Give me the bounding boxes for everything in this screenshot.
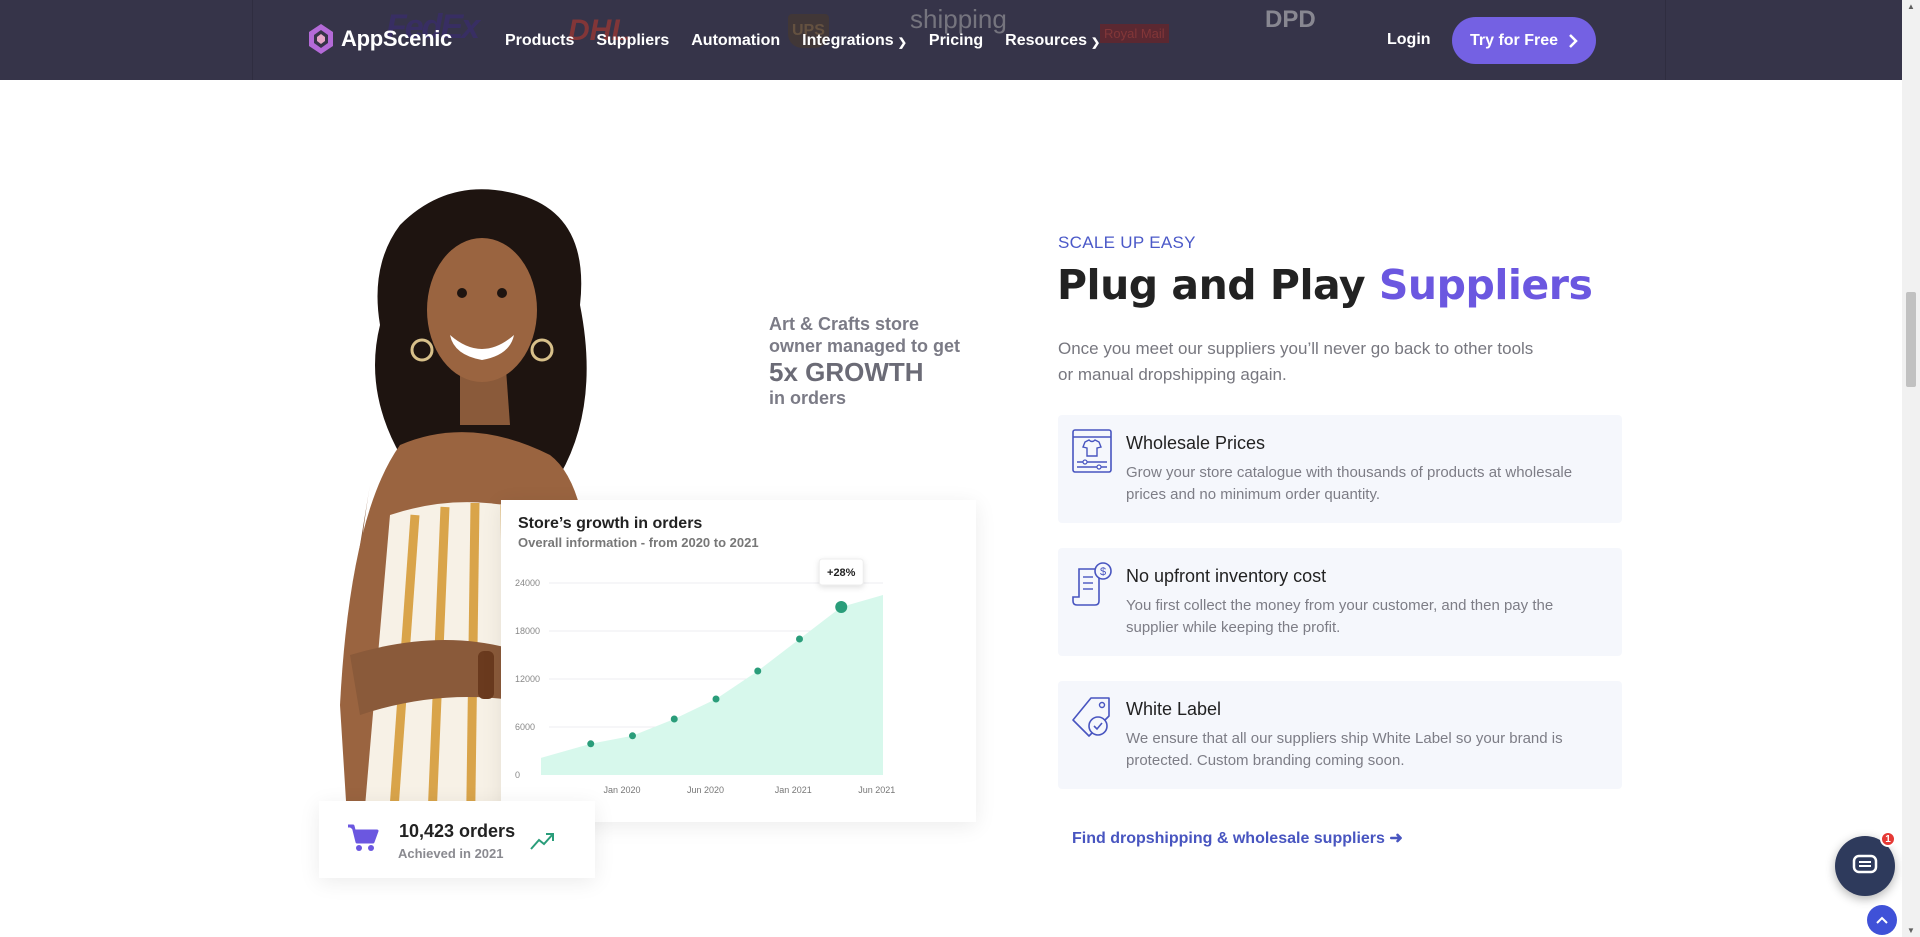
x-tick-label: Jan 2021 xyxy=(775,785,812,795)
scroll-up-arrow-icon[interactable]: ▲ xyxy=(1907,2,1915,11)
orders-label: Achieved in 2021 xyxy=(398,846,504,861)
section-eyebrow: SCALE UP EASY xyxy=(1058,233,1196,252)
chart-point xyxy=(754,667,762,675)
feature-desc: Grow your store catalogue with thousands… xyxy=(1126,464,1573,503)
scroll-down-arrow-icon[interactable]: ▼ xyxy=(1907,926,1915,935)
nav-suppliers-label: Suppliers xyxy=(596,32,670,49)
arrow-right-icon: ➜ xyxy=(1389,830,1403,847)
nav-automation[interactable]: Automation xyxy=(691,32,780,50)
section-headline: Plug and Play Suppliers xyxy=(1057,261,1593,309)
y-tick-label: 24000 xyxy=(515,578,540,588)
chevron-right-icon xyxy=(1569,33,1578,48)
nav-integrations-label: Integrations xyxy=(802,32,894,49)
chart-annotation: +28% xyxy=(827,567,856,579)
stat-growth: 5x GROWTH xyxy=(769,357,924,387)
nav-automation-label: Automation xyxy=(691,32,781,49)
find-suppliers-link[interactable]: Find dropshipping & wholesale suppliers … xyxy=(1072,828,1403,848)
scrollbar-thumb[interactable] xyxy=(1906,292,1916,387)
y-tick-label: 6000 xyxy=(515,722,535,732)
chart-point xyxy=(796,635,803,643)
chevron-up-icon xyxy=(1876,916,1888,924)
section-intro: Once you meet our suppliers you’ll never… xyxy=(1058,339,1534,384)
orders-count: 10,423 orders xyxy=(399,821,516,841)
chart-point xyxy=(629,732,636,740)
brand-logo[interactable]: AppScenic xyxy=(307,22,452,56)
chart-point xyxy=(712,695,720,703)
y-tick-label: 18000 xyxy=(515,626,540,636)
nav-pricing-label: Pricing xyxy=(928,32,984,49)
nav-products-label: Products xyxy=(505,32,575,49)
y-tick-label: 12000 xyxy=(515,674,540,684)
login-link[interactable]: Login xyxy=(1387,31,1431,49)
chevron-down-icon: ❯ xyxy=(1090,36,1101,49)
svg-text:$: $ xyxy=(1100,566,1106,578)
nav-integrations[interactable]: Integrations ❯ xyxy=(802,32,907,50)
try-for-free-button[interactable]: Try for Free xyxy=(1452,17,1596,64)
headline-accent: Suppliers xyxy=(1378,261,1593,309)
nav-resources-label: Resources xyxy=(1005,32,1087,49)
scroll-to-top-button[interactable] xyxy=(1867,905,1897,935)
orders-badge: 10,423 orders Achieved in 2021 xyxy=(319,801,595,878)
y-tick-label: 0 xyxy=(515,770,520,780)
x-tick-label: Jun 2021 xyxy=(858,785,895,795)
chart-point xyxy=(835,601,848,613)
cta-label: Try for Free xyxy=(1469,31,1559,49)
brand-mark-icon xyxy=(309,24,333,54)
partner-logo-dpd: DPD xyxy=(1265,6,1316,33)
stat-line-3: in orders xyxy=(769,388,847,408)
feature-desc: We ensure that all our suppliers ship Wh… xyxy=(1126,730,1563,769)
site-header: FedEx DHL UPS shipping Royal Mail DPD Ap… xyxy=(0,0,1902,80)
brand-name: AppScenic xyxy=(341,26,452,51)
nav-suppliers[interactable]: Suppliers xyxy=(596,32,669,50)
chart-point xyxy=(670,715,678,723)
shopping-cart-icon xyxy=(348,824,379,851)
chevron-down-icon: ❯ xyxy=(897,36,907,49)
growth-chart-card: 24000 18000 12000 6000 0 Jan 2020 Jun 2020 Jan … xyxy=(501,500,976,822)
x-tick-label: Jun 2020 xyxy=(687,785,724,795)
partner-logo-shipping: shipping xyxy=(910,4,1007,34)
find-suppliers-label: Find dropshipping & wholesale suppliers xyxy=(1072,830,1385,847)
trend-up-icon xyxy=(530,833,554,850)
tshirt-catalog-icon xyxy=(1072,429,1112,473)
invoice-dollar-icon: $ xyxy=(1072,562,1112,606)
chat-notification-badge: 1 xyxy=(1880,831,1896,847)
tag-check-icon xyxy=(1072,697,1110,737)
stat-line-1: Art & Crafts store xyxy=(769,314,920,334)
feature-white-label: White Label We ensure that all our suppl… xyxy=(1058,681,1622,789)
nav-pricing[interactable]: Pricing xyxy=(929,32,983,50)
page-scrollbar[interactable]: ▲ ▼ xyxy=(1902,0,1920,937)
headline-plain: Plug and Play xyxy=(1057,261,1379,309)
feature-title: No upfront inventory cost xyxy=(1126,566,1327,586)
chart-title: Store’s growth in orders xyxy=(518,515,703,532)
x-tick-label: Jan 2020 xyxy=(604,785,641,795)
feature-title: Wholesale Prices xyxy=(1126,433,1266,453)
chart-subtitle: Overall information - from 2020 to 2021 xyxy=(518,535,759,550)
nav-products[interactable]: Products xyxy=(505,32,574,50)
growth-stat: Art & Crafts store owner managed to get … xyxy=(769,313,960,409)
stat-line-2: owner managed to get xyxy=(769,336,961,356)
chart-area xyxy=(541,595,883,775)
chart-point xyxy=(587,740,595,748)
feature-desc: You first collect the money from your cu… xyxy=(1126,597,1554,636)
feature-no-upfront-cost: $ No upfront inventory cost You first co… xyxy=(1058,548,1622,656)
feature-wholesale-prices: Wholesale Prices Grow your store catalog… xyxy=(1058,415,1622,523)
feature-title: White Label xyxy=(1126,699,1222,719)
nav-resources[interactable]: Resources ❯ xyxy=(1005,32,1100,50)
main-nav: Products Suppliers Automation Integratio… xyxy=(505,32,1122,50)
